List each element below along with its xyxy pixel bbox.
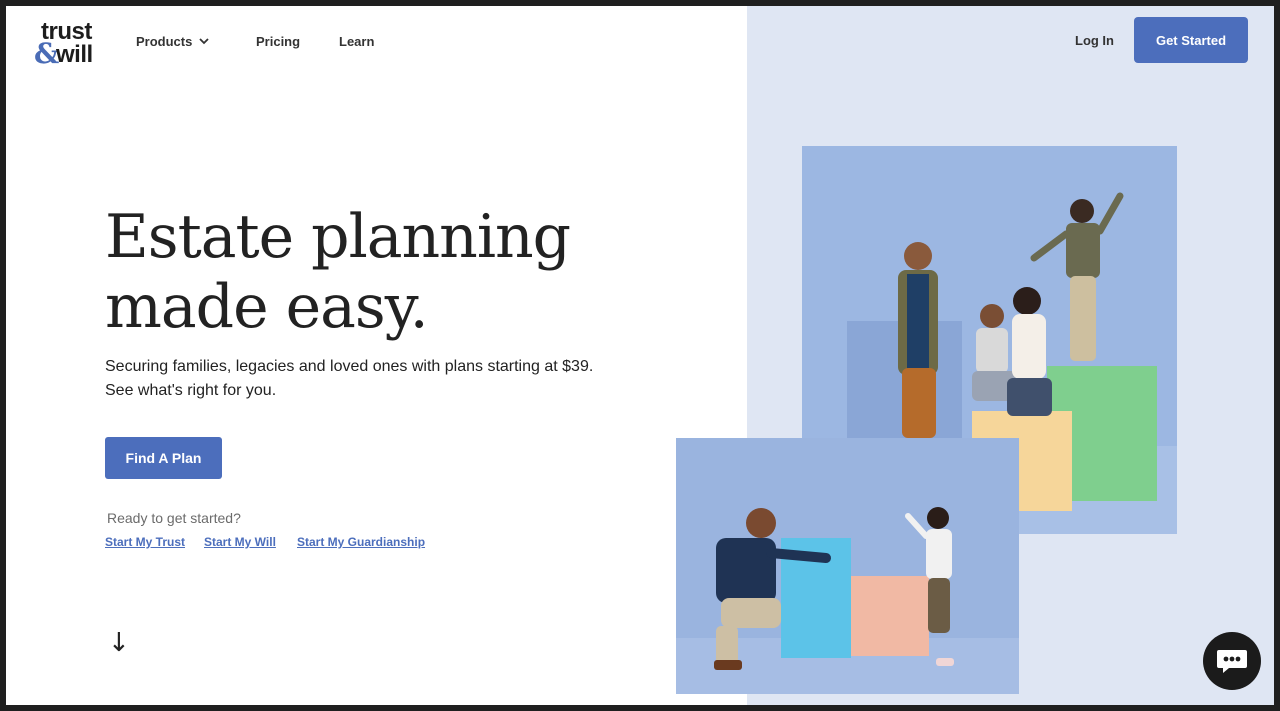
start-my-guardianship-link[interactable]: Start My Guardianship xyxy=(297,535,425,549)
page: trust & will Products Pricing Learn Log … xyxy=(6,6,1274,705)
chevron-down-icon[interactable] xyxy=(198,36,210,46)
hero-subtitle: Securing families, legacies and loved on… xyxy=(105,355,625,403)
chat-bubble-icon[interactable] xyxy=(1203,632,1261,690)
arrow-down-icon[interactable]: ↓ xyxy=(108,628,130,658)
find-a-plan-button[interactable]: Find A Plan xyxy=(105,437,222,479)
get-started-button[interactable]: Get Started xyxy=(1134,17,1248,63)
dad-daughter-photo xyxy=(676,438,1019,694)
ready-text: Ready to get started? xyxy=(107,510,241,526)
hero-title-line2: made easy. xyxy=(105,272,429,342)
start-my-trust-link[interactable]: Start My Trust xyxy=(105,535,185,549)
dad-daughter-illustration xyxy=(676,438,1019,694)
hero-subtitle-line1: Securing families, legacies and loved on… xyxy=(105,358,594,375)
hero-title-line1: Estate planning xyxy=(105,202,571,272)
hero-title: Estate planning made easy. xyxy=(105,202,625,342)
hero-subtitle-line2: See what's right for you. xyxy=(105,382,277,399)
nav-products[interactable]: Products xyxy=(136,34,192,49)
start-my-will-link[interactable]: Start My Will xyxy=(204,535,276,549)
chat-bubble-glyph xyxy=(1217,650,1247,673)
login-link[interactable]: Log In xyxy=(1075,33,1114,48)
logo-will-text: will xyxy=(56,41,93,68)
nav-learn[interactable]: Learn xyxy=(339,34,374,49)
nav-pricing[interactable]: Pricing xyxy=(256,34,300,49)
logo[interactable]: trust & will xyxy=(34,20,104,70)
